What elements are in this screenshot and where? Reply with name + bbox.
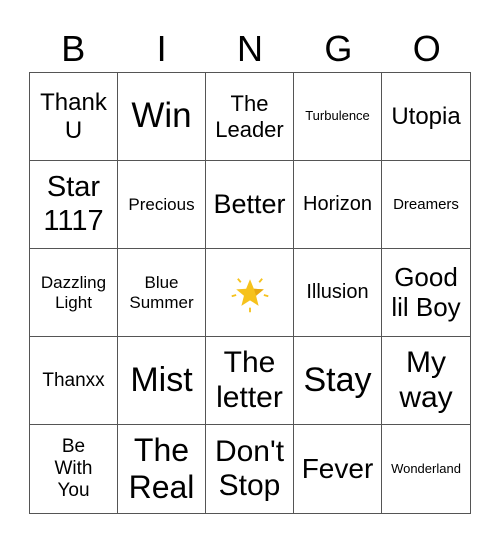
- bingo-cell[interactable]: Star 1117: [30, 161, 118, 249]
- bingo-cell[interactable]: Mist: [118, 337, 206, 425]
- bingo-cell[interactable]: Wonderland: [382, 425, 470, 513]
- bingo-cell[interactable]: Fever: [294, 425, 382, 513]
- bingo-cell[interactable]: Be With You: [30, 425, 118, 513]
- bingo-cell[interactable]: Blue Summer: [118, 249, 206, 337]
- bingo-cell[interactable]: Horizon: [294, 161, 382, 249]
- bingo-cell[interactable]: My way: [382, 337, 470, 425]
- bingo-cell[interactable]: Don't Stop: [206, 425, 294, 513]
- header-letter-g: G: [324, 28, 353, 69]
- header-letter-o: O: [412, 28, 441, 69]
- header-letter-n: N: [236, 28, 263, 69]
- bingo-cell[interactable]: Stay: [294, 337, 382, 425]
- bingo-header: B I N G O: [29, 26, 471, 72]
- bingo-cell[interactable]: Thanxx: [30, 337, 118, 425]
- bingo-card: Thank U Win The Leader Turbulence Utopia…: [29, 72, 471, 514]
- bingo-cell[interactable]: Utopia: [382, 73, 470, 161]
- bingo-cell[interactable]: Illusion: [294, 249, 382, 337]
- bingo-cell[interactable]: The letter: [206, 337, 294, 425]
- bingo-cell[interactable]: Thank U: [30, 73, 118, 161]
- bingo-cell[interactable]: Precious: [118, 161, 206, 249]
- bingo-cell[interactable]: The Leader: [206, 73, 294, 161]
- bingo-cell[interactable]: The Real: [118, 425, 206, 513]
- bingo-cell[interactable]: Dazzling Light: [30, 249, 118, 337]
- glowing-star-icon: [228, 271, 272, 315]
- bingo-cell[interactable]: Better: [206, 161, 294, 249]
- bingo-cell[interactable]: Win: [118, 73, 206, 161]
- bingo-cell[interactable]: Dreamers: [382, 161, 470, 249]
- bingo-cell[interactable]: Good lil Boy: [382, 249, 470, 337]
- free-space-cell[interactable]: [206, 249, 294, 337]
- bingo-cell[interactable]: Turbulence: [294, 73, 382, 161]
- header-letter-i: I: [156, 28, 167, 69]
- header-letter-b: B: [61, 28, 86, 69]
